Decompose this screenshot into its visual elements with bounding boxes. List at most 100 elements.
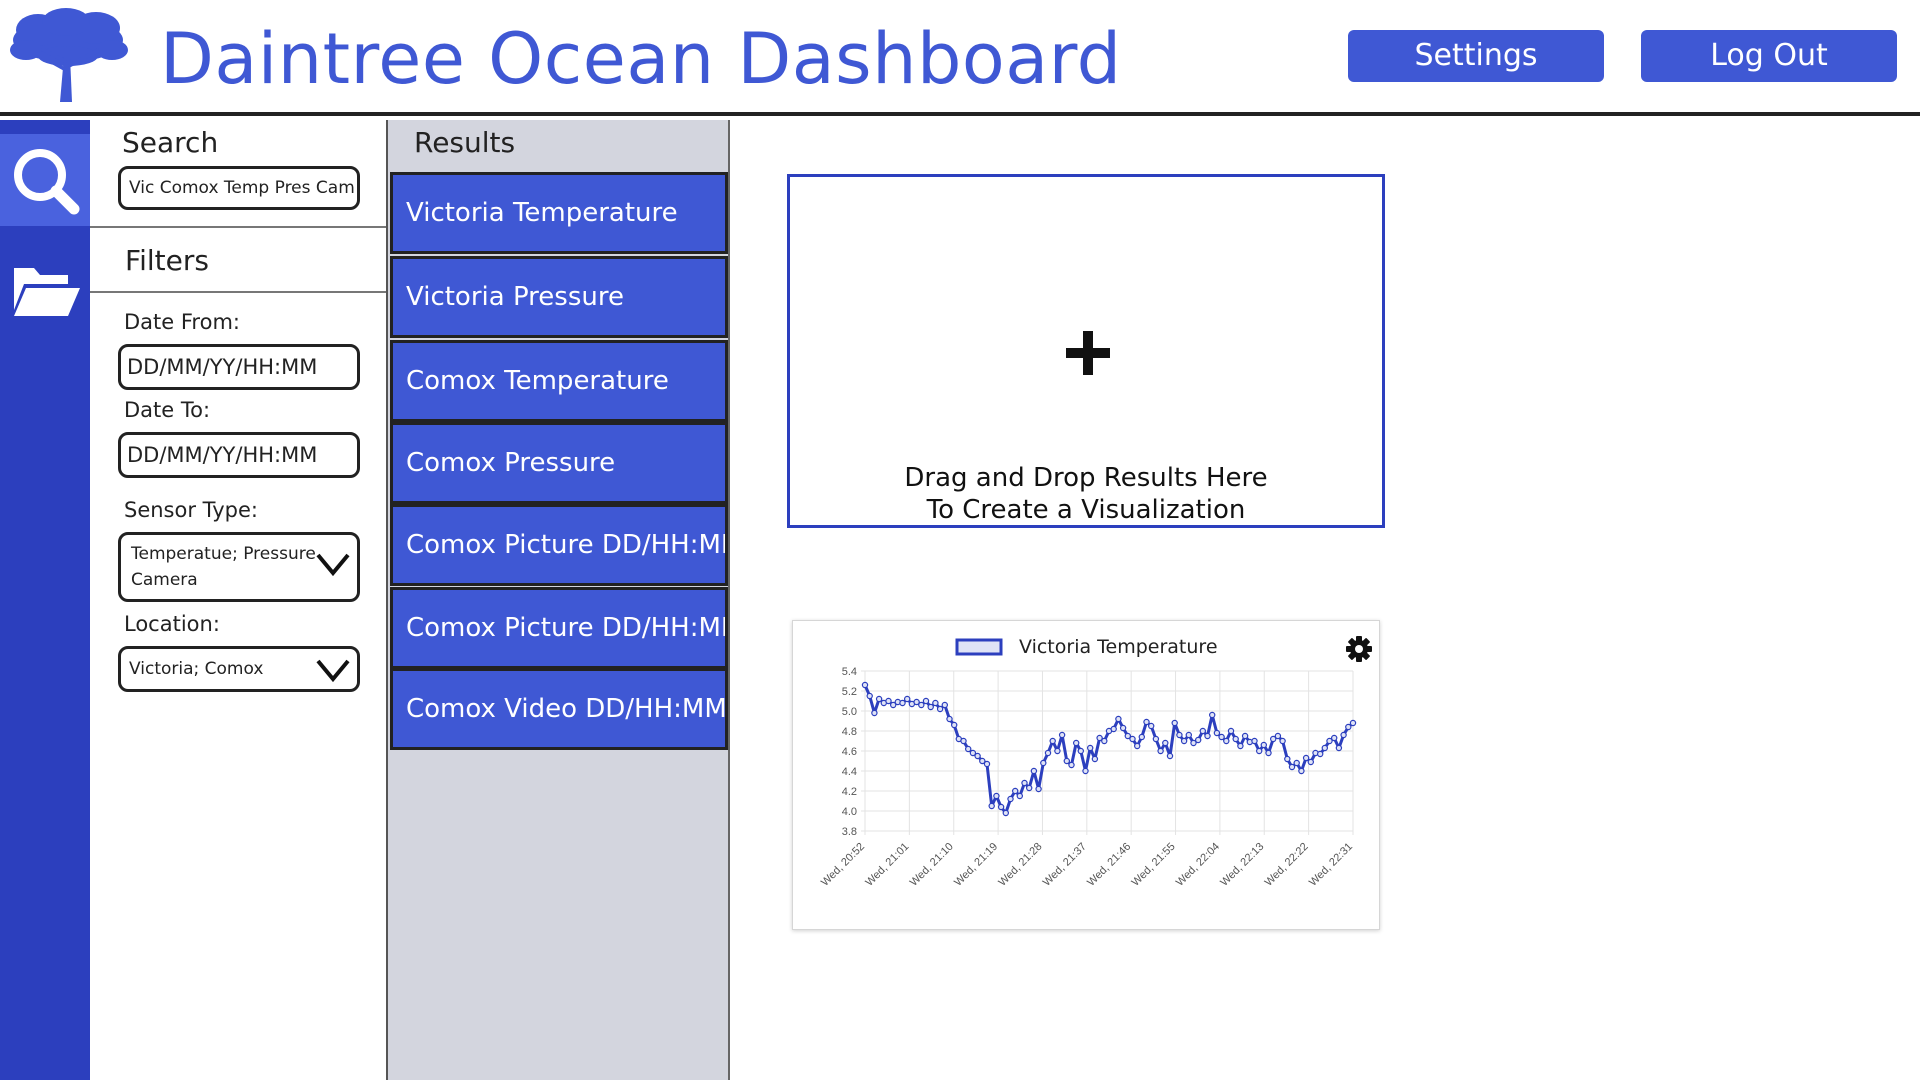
data-point — [922, 697, 930, 705]
plus-icon — [1066, 331, 1110, 375]
data-point — [1288, 763, 1296, 771]
data-point — [1307, 758, 1315, 766]
result-item[interactable]: Comox Video DD/HH:MM — [390, 668, 728, 750]
data-point — [1058, 731, 1066, 739]
data-point — [1044, 749, 1052, 757]
data-point — [1030, 767, 1038, 775]
settings-button[interactable]: Settings — [1348, 30, 1604, 82]
data-point — [1317, 750, 1324, 758]
sensor-type-label: Sensor Type: — [124, 498, 258, 522]
data-point — [875, 695, 883, 703]
filter-panel: Search Vic Comox Temp Pres Cam Filters D… — [90, 120, 388, 1080]
result-item[interactable]: Comox Pressure — [390, 422, 728, 504]
data-point — [1223, 737, 1230, 745]
location-select[interactable]: Victoria; Comox — [118, 646, 360, 692]
data-point — [1199, 727, 1206, 735]
chevron-down-icon — [316, 659, 350, 683]
search-input[interactable]: Vic Comox Temp Pres Cam — [118, 166, 360, 210]
data-point — [1016, 792, 1023, 800]
data-point — [1011, 787, 1019, 795]
data-point — [1148, 722, 1155, 730]
result-item[interactable]: Victoria Pressure — [390, 256, 728, 338]
drop-zone-text: Drag and Drop Results Here To Create a V… — [790, 462, 1382, 526]
data-point — [1162, 739, 1169, 747]
y-tick-label: 5.2 — [842, 686, 857, 698]
rail-folder-button[interactable] — [0, 250, 90, 330]
y-tick-label: 5.4 — [842, 666, 857, 678]
data-point — [936, 705, 944, 713]
folder-open-icon — [14, 268, 80, 316]
data-point — [1298, 767, 1305, 775]
app-title: Daintree Ocean Dashboard — [160, 18, 1122, 100]
y-tick-label: 5.0 — [842, 706, 857, 718]
x-tick-label: Wed, 21:37 — [1041, 841, 1089, 889]
data-point — [1237, 742, 1244, 750]
data-point — [1073, 739, 1080, 747]
logout-button[interactable]: Log Out — [1641, 30, 1897, 82]
sensor-type-select[interactable]: Temperatue; Pressure Camera — [118, 532, 360, 602]
data-point — [1171, 719, 1178, 727]
data-point — [903, 695, 911, 703]
data-point — [946, 715, 953, 723]
date-from-input[interactable]: DD/MM/YY/HH:MM — [118, 344, 360, 390]
data-point — [1209, 711, 1216, 719]
date-to-input[interactable]: DD/MM/YY/HH:MM — [118, 432, 360, 478]
result-item[interactable]: Victoria Temperature — [390, 172, 728, 254]
result-item[interactable]: Comox Temperature — [390, 340, 728, 422]
divider — [90, 291, 386, 293]
x-tick-label: Wed, 21:10 — [908, 841, 956, 889]
data-point — [960, 737, 967, 745]
filters-heading: Filters — [125, 244, 209, 277]
data-point — [932, 699, 939, 707]
data-point — [1274, 732, 1282, 740]
rail-search-button[interactable] — [0, 134, 90, 226]
x-tick-label: Wed, 20:52 — [819, 841, 867, 889]
data-point — [1232, 735, 1239, 743]
data-point — [1185, 731, 1192, 739]
location-label: Location: — [124, 612, 220, 636]
data-point — [1227, 727, 1235, 735]
data-point — [1293, 759, 1300, 767]
data-point — [964, 745, 972, 753]
data-point — [1284, 755, 1291, 763]
data-point — [1143, 718, 1150, 726]
data-point — [1176, 731, 1183, 739]
visualization-drop-zone[interactable]: Drag and Drop Results Here To Create a V… — [787, 174, 1385, 528]
data-point — [1002, 809, 1009, 817]
data-point — [1218, 733, 1225, 741]
data-point — [1129, 735, 1136, 743]
data-point — [1157, 747, 1164, 755]
data-point — [1054, 747, 1061, 755]
data-point — [1119, 724, 1127, 732]
data-point — [1260, 741, 1267, 749]
data-point — [1204, 732, 1211, 740]
data-point — [1040, 759, 1047, 767]
drop-zone-line1: Drag and Drop Results Here — [904, 463, 1268, 493]
data-point — [1068, 761, 1075, 769]
data-point — [1091, 755, 1099, 763]
x-tick-label: Wed, 21:55 — [1130, 841, 1178, 889]
result-item[interactable]: Comox Picture DD/HH:MM — [390, 504, 728, 586]
x-tick-label: Wed, 22:04 — [1174, 841, 1222, 889]
data-point — [1331, 734, 1338, 742]
gear-icon[interactable] — [1345, 635, 1373, 663]
x-tick-label: Wed, 21:28 — [996, 841, 1044, 889]
data-point — [927, 703, 934, 711]
temperature-line-chart: Victoria Temperature 5.4 5.2 5.0 4.8 4.6 4.4 4.… — [819, 636, 1357, 889]
result-item[interactable]: Comox Picture DD/HH:MM — [390, 587, 728, 669]
data-point — [1195, 736, 1202, 744]
data-point — [1025, 784, 1033, 792]
data-point — [918, 701, 925, 709]
legend-swatch — [955, 638, 1003, 656]
data-point — [1035, 785, 1042, 793]
data-point — [1138, 733, 1145, 741]
data-point — [1256, 747, 1263, 755]
tree-logo-icon — [10, 8, 128, 102]
chevron-down-icon — [316, 553, 350, 577]
y-tick-label: 4.2 — [842, 786, 857, 798]
data-point — [1115, 715, 1122, 723]
data-point — [983, 760, 991, 768]
data-point — [1180, 737, 1188, 745]
data-point — [1345, 723, 1352, 731]
x-tick-label: Wed, 22:13 — [1218, 841, 1266, 889]
